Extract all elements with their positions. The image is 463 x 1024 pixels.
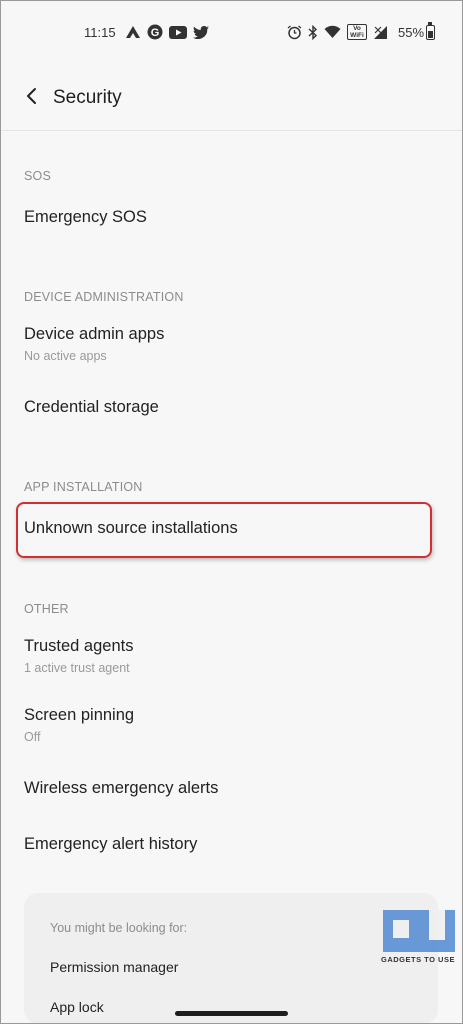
google-icon: G (147, 24, 163, 40)
list-item-subtitle: Off (24, 730, 41, 744)
list-item-title: Device admin apps (24, 325, 165, 343)
section-header-other: OTHER (24, 602, 69, 616)
section-header-sos: SOS (24, 169, 51, 183)
list-item-subtitle: No active apps (24, 349, 107, 363)
bluetooth-icon (308, 24, 318, 40)
status-notification-icons: G (125, 24, 209, 40)
status-time: 11:15 (84, 25, 116, 40)
suggestions-header: You might be looking for: (50, 921, 188, 935)
suggestions-card: You might be looking for: Permission man… (24, 893, 438, 1024)
list-item-title: Credential storage (24, 398, 159, 416)
suggestion-item-permission-manager[interactable]: Permission manager (50, 959, 178, 975)
app-bar: Security (0, 74, 463, 120)
alarm-icon (287, 24, 302, 39)
list-item-subtitle: 1 active trust agent (24, 661, 130, 675)
list-item-device-admin-apps[interactable]: Device admin apps No active apps (0, 314, 463, 372)
list-item-wireless-emergency-alerts[interactable]: Wireless emergency alerts (0, 766, 463, 816)
battery-icon (426, 22, 435, 40)
list-item-title: Screen pinning (24, 706, 135, 724)
svg-text:G: G (151, 27, 160, 39)
section-header-app-installation: APP INSTALLATION (24, 480, 143, 494)
page-title: Security (53, 87, 122, 108)
list-item-emergency-sos[interactable]: Emergency SOS (0, 195, 463, 245)
suggestion-item-app-lock[interactable]: App lock (50, 999, 104, 1015)
gesture-nav-bar[interactable] (175, 1011, 288, 1016)
signal-icon (374, 25, 387, 39)
list-item-title: Emergency SOS (24, 208, 147, 226)
twitter-icon (193, 25, 209, 39)
header-divider (0, 130, 463, 131)
list-item-title: Emergency alert history (24, 835, 198, 853)
watermark-logo: GADGETS TO USE (379, 910, 457, 968)
list-item-title: Trusted agents (24, 637, 134, 655)
vowifi-label: Vo WiFi (350, 25, 364, 39)
section-header-device-administration: DEVICE ADMINISTRATION (24, 290, 184, 304)
list-item-credential-storage[interactable]: Credential storage (0, 385, 463, 435)
youtube-icon (169, 25, 187, 39)
logo-u-shape (419, 910, 455, 952)
wifi-icon (324, 25, 341, 38)
list-item-screen-pinning[interactable]: Screen pinning Off (0, 695, 463, 753)
list-item-trusted-agents[interactable]: Trusted agents 1 active trust agent (0, 626, 463, 684)
list-item-title: Wireless emergency alerts (24, 779, 219, 797)
logo-g-shape (383, 910, 419, 952)
battery-percent: 55% (398, 25, 425, 40)
list-item-emergency-alert-history[interactable]: Emergency alert history (0, 822, 463, 872)
status-system-icons: Vo WiFi (287, 24, 388, 40)
watermark-text: GADGETS TO USE (381, 955, 455, 964)
back-arrow-icon[interactable] (22, 86, 42, 106)
vowifi-icon: Vo WiFi (347, 24, 367, 40)
status-bar: 11:15 G Vo WiFi 55% (0, 0, 463, 64)
notification-icon (126, 26, 140, 38)
highlight-annotation (16, 502, 432, 558)
